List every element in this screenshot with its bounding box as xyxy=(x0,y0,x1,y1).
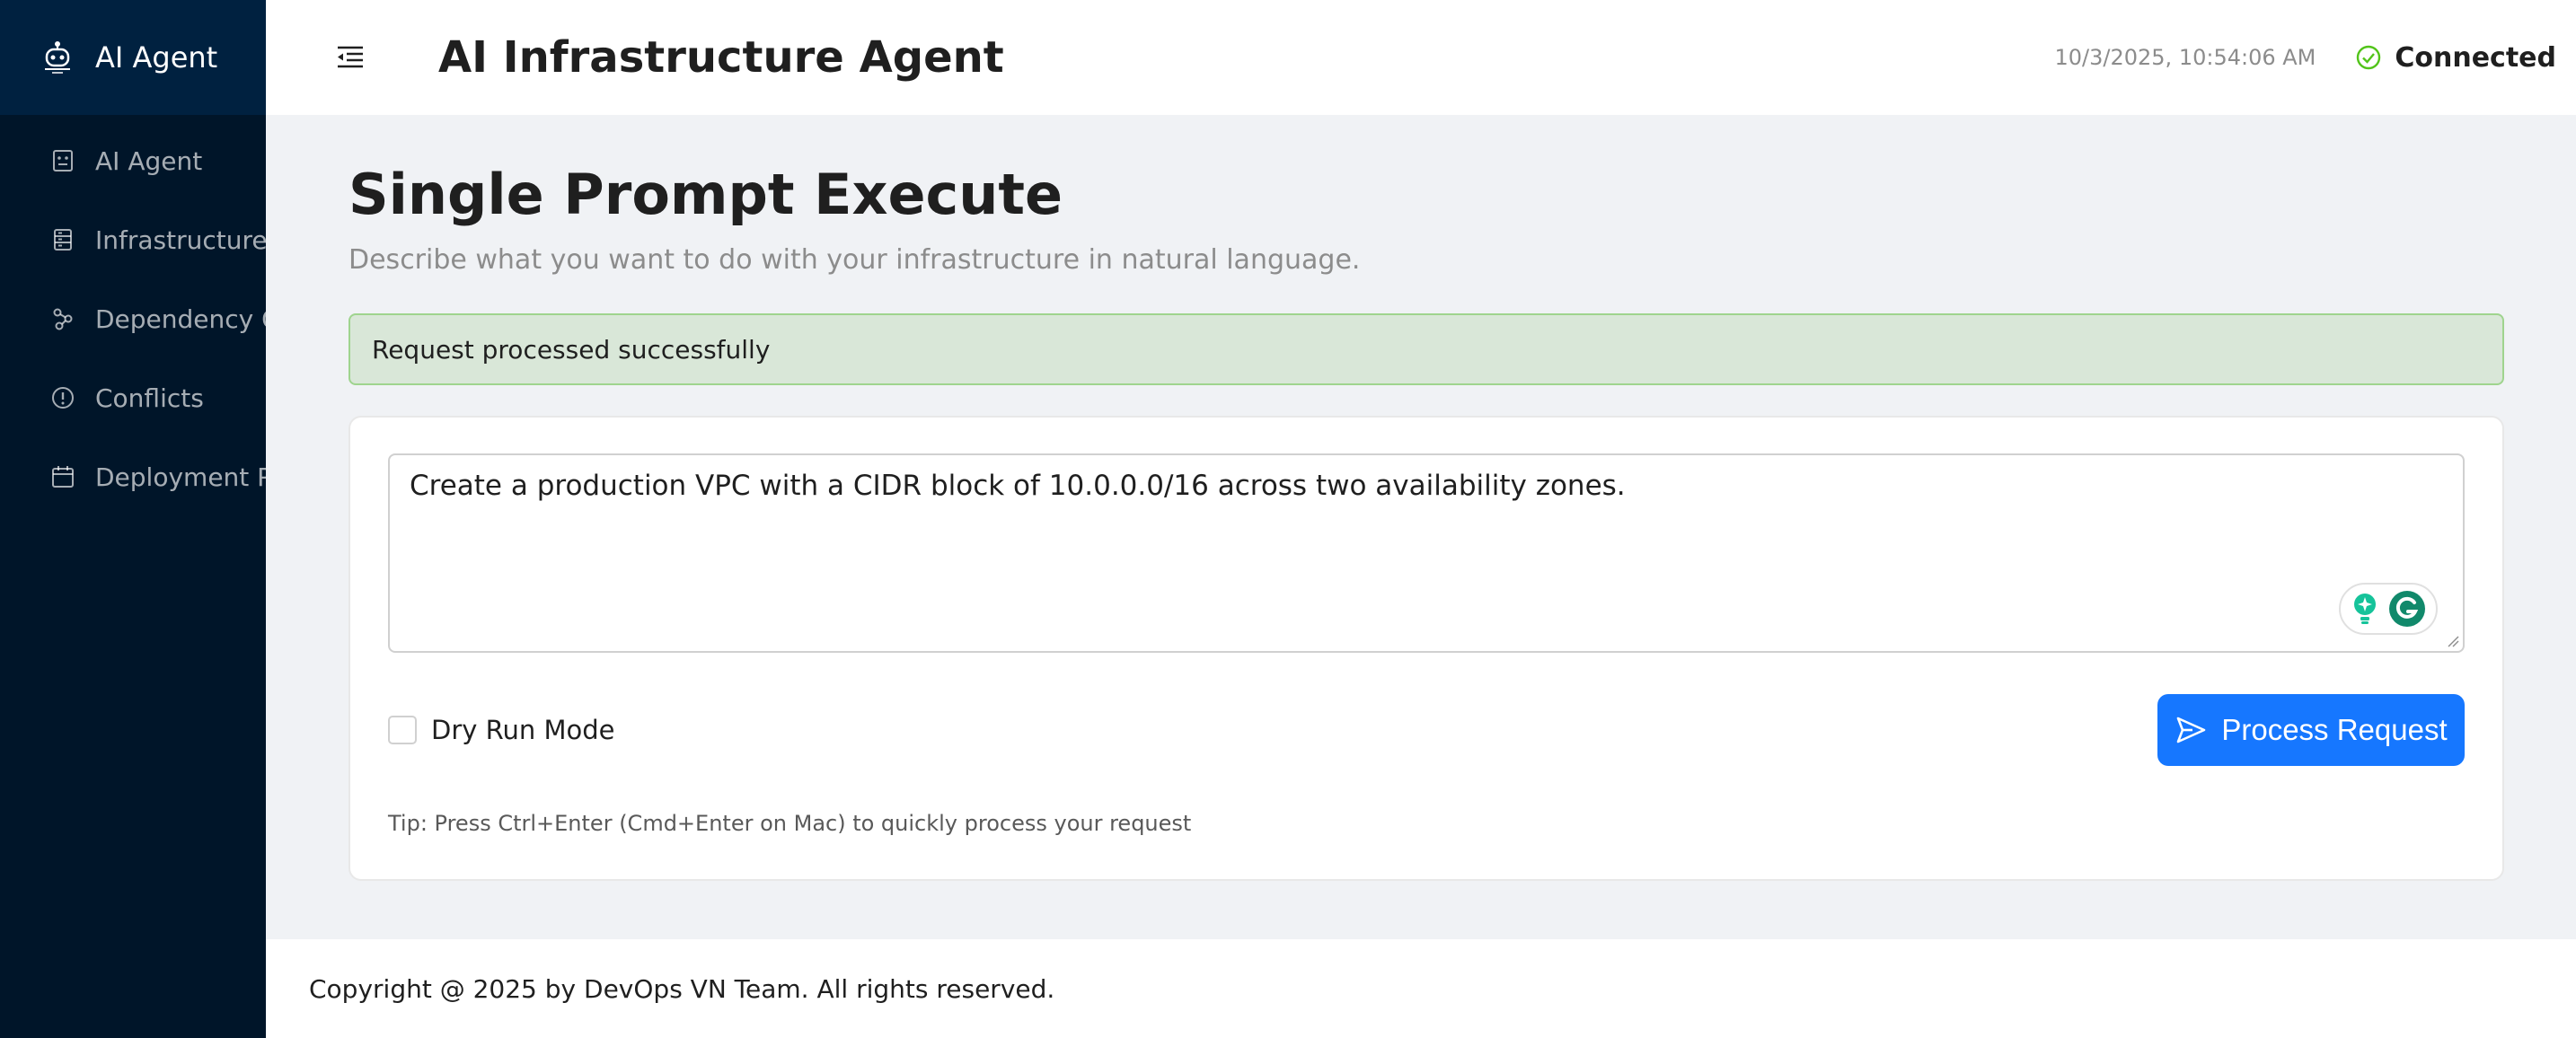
success-alert: Request processed successfully xyxy=(348,313,2504,386)
page-title: Single Prompt Execute xyxy=(348,162,1063,227)
header-status-area: 10/3/2025, 10:54:06 AM Connected xyxy=(2055,0,2557,115)
dry-run-checkbox[interactable]: Dry Run Mode xyxy=(388,715,614,745)
graph-icon xyxy=(53,308,73,330)
prompt-card: Create a production VPC with a CIDR bloc… xyxy=(348,416,2504,882)
menu-fold-icon xyxy=(338,46,363,68)
lightbulb-icon[interactable] xyxy=(2350,591,2380,627)
resize-handle-icon[interactable] xyxy=(2445,633,2459,647)
sidebar-menu: AI Agent Infrastructure State xyxy=(0,128,266,510)
controls-row: Dry Run Mode Process Request xyxy=(388,694,2465,767)
main-area: AI Infrastructure Agent 10/3/2025, 10:54… xyxy=(266,0,2576,1038)
grammarly-icon[interactable] xyxy=(2387,589,2427,629)
send-icon xyxy=(2177,717,2206,743)
robot-logo-icon xyxy=(45,41,70,74)
connection-status: Connected xyxy=(2395,41,2556,74)
page-subtitle: Describe what you want to do with your i… xyxy=(348,244,1361,277)
sidebar-item-deployment-plan[interactable]: Deployment Plan xyxy=(0,444,266,510)
robot-icon xyxy=(53,150,73,172)
prompt-text: Create a production VPC with a CIDR bloc… xyxy=(410,470,1626,503)
sidebar-item-label: Dependency Graph xyxy=(95,303,266,334)
process-request-label: Process Request xyxy=(2221,713,2448,747)
sidebar-item-label: Deployment Plan xyxy=(95,462,266,492)
sidebar-item-label: AI Agent xyxy=(95,145,203,176)
app-root: AI Agent AI Agent Infrastructure Depende… xyxy=(0,0,2576,1038)
dry-run-label: Dry Run Mode xyxy=(431,715,615,746)
current-timestamp: 10/3/2025, 10:54:06 AM xyxy=(2054,45,2316,70)
sidebar-logo-text: AI Agent xyxy=(95,40,218,75)
shortcut-tip: Tip: Press Ctrl+Enter (Cmd+Enter on Mac)… xyxy=(388,811,1192,837)
sidebar-item-label: Infrastructure State xyxy=(95,224,266,255)
alert-message: Request processed successfully xyxy=(372,334,771,365)
calendar-icon xyxy=(52,466,74,488)
app-title: AI Infrastructure Agent xyxy=(438,32,1004,83)
page-content: Single Prompt Execute Describe what you … xyxy=(266,115,2576,894)
sidebar-item-conflicts[interactable]: Conflicts xyxy=(0,365,266,431)
collapse-sidebar-button[interactable] xyxy=(332,40,368,75)
check-circle-icon xyxy=(2357,45,2381,70)
sidebar-item-ai-agent[interactable]: AI Agent xyxy=(0,128,266,194)
sidebar-item-dependency-graph[interactable]: Dependency Graph xyxy=(0,286,266,352)
sidebar-item-infrastructure-state[interactable]: Infrastructure State xyxy=(0,207,266,273)
dry-run-checkbox-box[interactable] xyxy=(388,716,417,745)
grammarly-widget[interactable] xyxy=(2339,583,2438,636)
sidebar-item-label: Conflicts xyxy=(95,383,204,413)
server-icon xyxy=(54,229,72,251)
prompt-textarea[interactable]: Create a production VPC with a CIDR bloc… xyxy=(388,453,2465,654)
exclamation-icon xyxy=(52,387,74,409)
copyright-text: Copyright @ 2025 by DevOps VN Team. All … xyxy=(309,973,1055,1004)
process-request-button[interactable]: Process Request xyxy=(2157,694,2465,767)
page-footer: Copyright @ 2025 by DevOps VN Team. All … xyxy=(266,939,2576,1038)
sidebar: AI Agent AI Agent Infrastructure Depende… xyxy=(0,0,266,1038)
top-header: AI Infrastructure Agent 10/3/2025, 10:54… xyxy=(266,0,2576,115)
sidebar-logo[interactable]: AI Agent xyxy=(0,0,266,115)
